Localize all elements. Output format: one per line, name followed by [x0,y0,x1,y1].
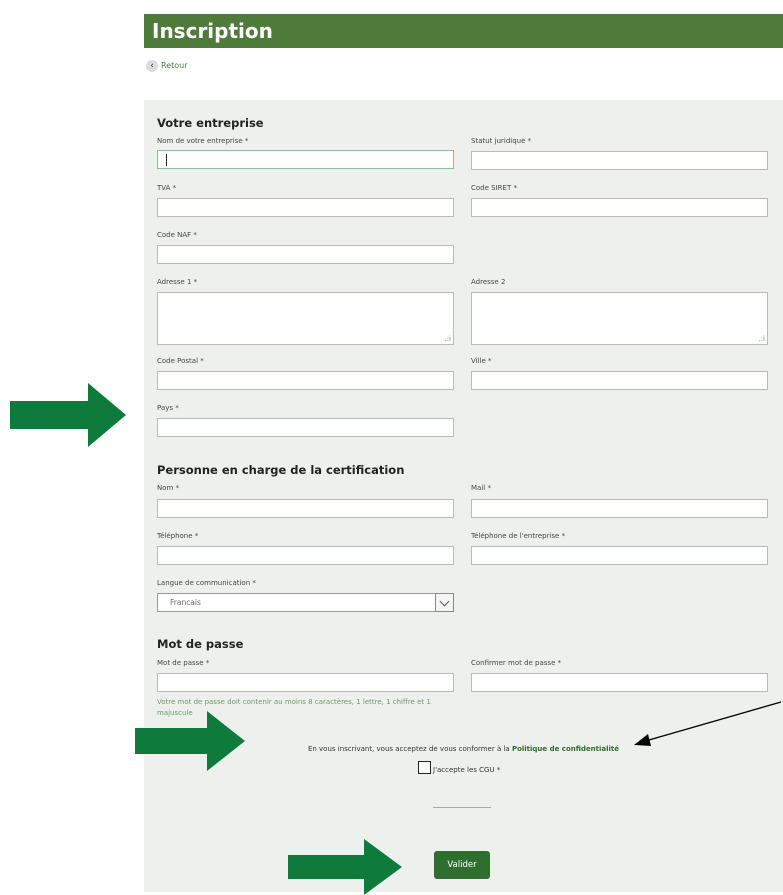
resize-handle-icon[interactable]: .:i [444,335,451,343]
annotation-pointer-arrow-icon [634,701,782,746]
cgu-checkbox[interactable] [418,761,431,774]
address2-textarea[interactable]: .:i [471,292,768,345]
privacy-policy-link[interactable]: Politique de confidentialité [512,745,619,753]
submit-button[interactable]: Valider [434,851,490,879]
annotation-arrow-right-icon [288,839,402,895]
language-select[interactable]: Francais [157,593,454,612]
postal-code-input[interactable] [157,371,454,390]
address1-textarea[interactable]: .:i [157,292,454,345]
language-select-value: Francais [170,598,201,607]
siret-label: Code SIRET * [471,184,517,192]
password-input[interactable] [157,673,454,692]
company-phone-input[interactable] [471,546,768,565]
country-input[interactable] [157,418,454,437]
mail-input[interactable] [471,499,768,518]
text-caret [166,154,167,166]
vat-label: TVA * [157,184,177,192]
chevron-down-icon [439,596,450,607]
language-label: Langue de communication * [157,579,256,587]
back-row [144,50,783,94]
legal-status-label: Statut juridique * [471,137,532,145]
siret-input[interactable] [471,198,768,217]
resize-handle-icon[interactable]: .:i [758,335,765,343]
company-name-label: Nom de votre entreprise * [157,137,249,145]
naf-input[interactable] [157,245,454,264]
confirm-password-label: Confirmer mot de passe * [471,659,562,667]
company-section-title: Votre entreprise [157,116,264,130]
select-dropdown-button[interactable] [435,593,454,612]
chevron-left-icon[interactable]: ‹ [146,60,158,72]
company-phone-label: Téléphone de l'entreprise * [471,532,566,540]
naf-label: Code NAF * [157,231,197,239]
country-label: Pays * [157,404,179,412]
mail-label: Mail * [471,484,491,492]
phone-input[interactable] [157,546,454,565]
page-title: Inscription [152,19,273,43]
confirm-password-input[interactable] [471,673,768,692]
city-label: Ville * [471,357,492,365]
cgu-label: J'accepte les CGU * [433,766,501,774]
back-link[interactable]: Retour [161,60,188,72]
phone-label: Téléphone * [157,532,199,540]
address2-label: Adresse 2 [471,278,506,286]
password-label: Mot de passe * [157,659,210,667]
city-input[interactable] [471,371,768,390]
password-section-title: Mot de passe [157,637,244,651]
vat-input[interactable] [157,198,454,217]
last-name-label: Nom * [157,484,180,492]
postal-code-label: Code Postal * [157,357,204,365]
legal-status-input[interactable] [471,151,768,170]
contact-section-title: Personne en charge de la certification [157,463,405,477]
annotation-arrow-right-icon [10,383,126,447]
divider [433,807,491,808]
address1-label: Adresse 1 * [157,278,198,286]
consent-sentence: En vous inscrivant, vous acceptez de vou… [307,745,512,753]
last-name-input[interactable] [157,499,454,518]
annotation-arrow-right-icon [135,711,245,771]
company-name-input[interactable] [157,150,454,169]
